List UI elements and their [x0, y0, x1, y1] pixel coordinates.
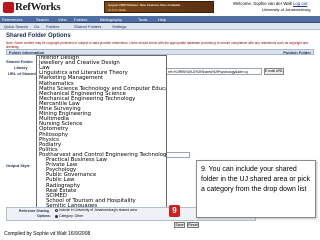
publish-folder-heading: Publish Folder	[283, 50, 311, 55]
menu-item-folders[interactable]: Folders	[74, 17, 87, 22]
logo-text: RefWorks	[15, 1, 61, 13]
menu-item-references[interactable]: References	[2, 17, 22, 22]
banner-line1: August 2008 Release: New Features Now Av…	[108, 3, 181, 7]
reset-button[interactable]: Reset	[187, 222, 199, 228]
toolbar-item-quick-search[interactable]: Quick Search	[4, 24, 28, 29]
save-button[interactable]: Save	[174, 222, 185, 228]
welcome-user: Welcome, Sophie van der Walt	[233, 1, 292, 6]
shared-folder-url-field[interactable]: ref=%2fRW%2fUJ%2fShared%2fPsychology&sit…	[166, 68, 262, 75]
shared-folder-label: Shared Folder	[6, 59, 33, 64]
library-label: Library	[14, 65, 28, 70]
logout-link[interactable]: Log out	[293, 1, 307, 6]
include-shared-area-label: Include in University of Johannesburg's …	[59, 208, 137, 212]
copyright-notice: Note: Some content may be copyright prot…	[6, 41, 309, 49]
callout-text: 9. You can include your shared folder in…	[201, 166, 310, 193]
release-banner[interactable]: August 2008 Release: New Features Now Av…	[104, 1, 214, 13]
category-radio[interactable]	[55, 215, 58, 218]
menu-item-tools[interactable]: Tools	[138, 17, 147, 22]
output-style-field[interactable]	[166, 152, 190, 158]
toolbar-item-go[interactable]: Go	[34, 24, 39, 29]
menu-item-search[interactable]: Search	[36, 17, 49, 22]
menu-item-help[interactable]: Help	[158, 17, 166, 22]
toolbar-item-folders[interactable]: Folders	[46, 24, 59, 29]
step-number-badge: 9	[169, 205, 180, 217]
sharing-label-options: Options:	[37, 214, 51, 218]
toolbar-item-shared-folders[interactable]: Shared Folders	[74, 24, 101, 29]
institution-name: University of Johannesburg	[262, 7, 311, 12]
output-style-label: Output Style	[6, 163, 30, 168]
dropdown-option[interactable]: Jewellery and Creative Design	[39, 60, 120, 66]
menu-item-bibliography[interactable]: Bibliography	[100, 17, 122, 22]
include-shared-area-radio[interactable]	[55, 209, 58, 212]
tutorial-callout: 9. You can include your shared folder in…	[196, 160, 316, 218]
sharing-label: Reference Sharing	[19, 209, 49, 213]
url-value: ref=%2fRW%2fUJ%2fShared%2fPsychology&sit…	[168, 70, 248, 74]
category-dropdown-list[interactable]: Interior Design Jewellery and Creative De…	[36, 55, 167, 215]
footer-credit: Compiled by Sophie vd Walt 16/9/2008	[4, 231, 91, 237]
logo-mark-icon	[3, 2, 14, 13]
welcome-text: Welcome, Sophie van der Walt Log out	[233, 1, 307, 6]
category-label: Category: Other	[59, 214, 84, 218]
toolbar-item-settings[interactable]: Settings	[112, 24, 126, 29]
banner-line2[interactable]: CLICK HERE	[108, 8, 126, 12]
page-title: Shared Folder Options	[6, 33, 71, 39]
toolbar: Quick Search Go Folders Shared Folders Setti…	[0, 23, 320, 30]
refworks-logo: RefWorks	[3, 1, 61, 15]
email-url-button[interactable]: E-mail URL	[264, 68, 284, 75]
menu-bar: References Search View Folders Bibliography T…	[0, 16, 320, 23]
menu-item-view[interactable]: View	[58, 17, 67, 22]
